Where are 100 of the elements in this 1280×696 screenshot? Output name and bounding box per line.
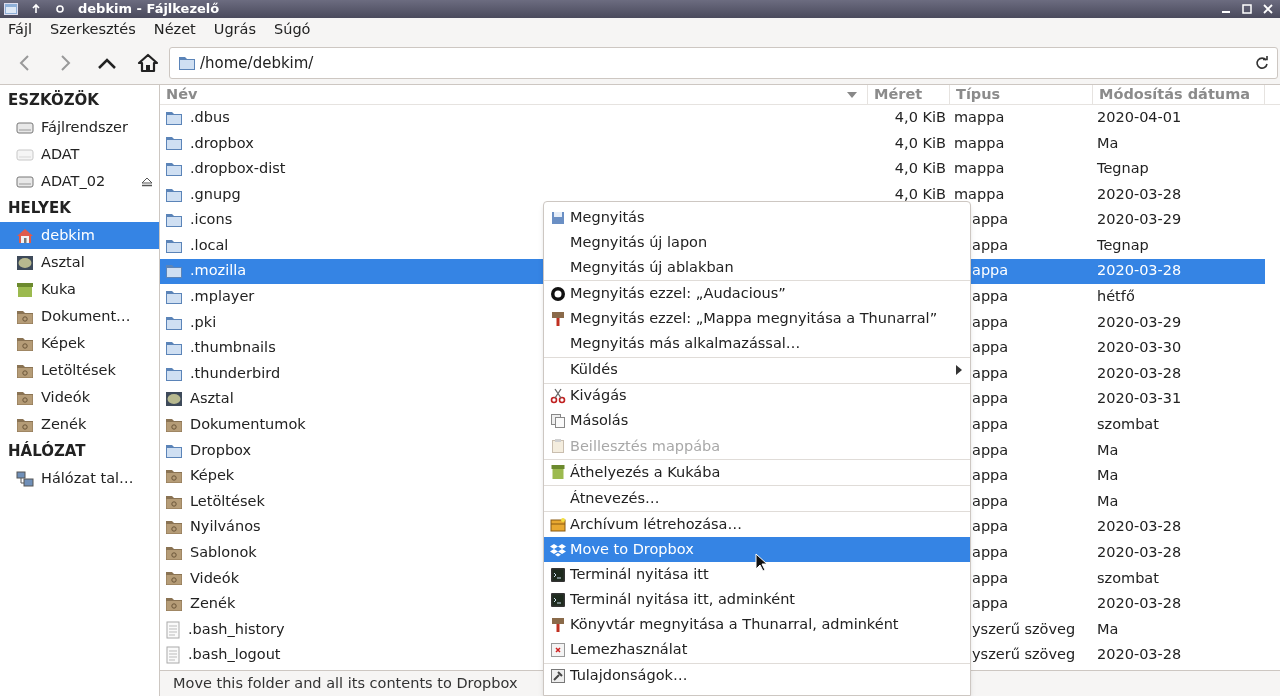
file-name: .gnupg xyxy=(190,184,241,204)
sidebar-item[interactable]: debkim xyxy=(0,222,159,249)
network-icon xyxy=(16,470,34,487)
file-name-cell[interactable]: Videók xyxy=(160,565,543,592)
sidebar-item[interactable]: Zenék xyxy=(0,411,159,438)
file-name-cell[interactable]: Zenék xyxy=(160,591,543,617)
reload-icon[interactable] xyxy=(1255,56,1269,70)
file-name-cell[interactable]: .bash_history xyxy=(160,616,543,643)
folder-icon xyxy=(16,362,34,379)
drive-icon xyxy=(16,174,34,189)
folder-icon xyxy=(165,212,183,229)
trash-icon xyxy=(16,281,34,298)
up-arrow-icon[interactable] xyxy=(30,3,42,15)
file-type: appa xyxy=(971,491,1010,511)
file-name-cell[interactable]: .thunderbird xyxy=(160,360,543,387)
sidebar-item[interactable]: Videók xyxy=(0,384,159,411)
sidebar-item[interactable]: Fájlrendszer xyxy=(0,114,159,141)
menu-item[interactable]: Megnyitás ezzel: „Mappa megnyitása a Thunarral” xyxy=(544,306,970,332)
menu-item[interactable]: Nézet xyxy=(153,19,196,41)
file-name-cell[interactable]: .dropbox xyxy=(160,130,543,157)
sidebar-item[interactable]: Képek xyxy=(0,330,159,357)
sidebar-item[interactable]: Kuka xyxy=(0,276,159,303)
file-name-cell[interactable]: Letöltések xyxy=(160,488,543,515)
file-name: Videók xyxy=(190,568,240,588)
location-field[interactable]: /home/debkim/ xyxy=(169,47,1278,79)
file-type: appa xyxy=(971,440,1010,460)
file-name-cell[interactable]: .dropbox-dist xyxy=(160,156,543,182)
menu-item[interactable]: Könyvtár megnyitása a Thunarral, adminként xyxy=(544,612,970,638)
menu-item[interactable]: Áthelyezés a Kukába xyxy=(544,459,970,486)
file-name-cell[interactable]: .pki xyxy=(160,309,543,336)
file-name: .bash_logout xyxy=(188,645,281,665)
menu-item[interactable]: Move to Dropbox xyxy=(544,537,970,563)
file-type: mappa xyxy=(953,159,1006,179)
menu-item[interactable]: Archívum létrehozása… xyxy=(544,512,970,538)
menu-item[interactable]: Megnyitás új lapon xyxy=(544,230,970,256)
file-name-cell[interactable]: Nyilvános xyxy=(160,514,543,541)
file-name: .icons xyxy=(190,210,233,230)
file-date: Ma xyxy=(1096,440,1120,460)
menu-item[interactable]: Lemezhasználat xyxy=(544,637,970,663)
file-name-cell[interactable]: .gnupg xyxy=(160,181,543,208)
file-name-cell[interactable]: .icons xyxy=(160,207,543,233)
file-name: Dropbox xyxy=(190,440,252,460)
file-name-cell[interactable]: Asztal xyxy=(160,386,543,413)
menu-item[interactable]: Megnyitás xyxy=(544,205,970,231)
file-type: mappa xyxy=(953,107,1006,127)
desktop-icon xyxy=(165,391,183,408)
menu-item[interactable]: Megnyitás más alkalmazással… xyxy=(544,331,970,357)
menu-item[interactable]: Szerkesztés xyxy=(49,19,136,41)
menu-item[interactable]: Küldés xyxy=(544,357,970,383)
menu-item[interactable]: Terminál nyitása itt, adminként xyxy=(544,587,970,613)
home-icon[interactable] xyxy=(137,53,159,73)
file-name-cell[interactable]: Sablonok xyxy=(160,540,543,566)
maximize-icon[interactable] xyxy=(1241,3,1253,15)
menu-item[interactable]: Kivágás xyxy=(544,383,970,409)
sidebar-item[interactable]: ADAT_02 xyxy=(0,168,159,195)
sidebar-item[interactable]: Letöltések xyxy=(0,357,159,384)
trash-icon xyxy=(550,464,566,481)
sidebar-label: Fájlrendszer xyxy=(41,117,128,137)
sidebar-item[interactable]: Hálózat tal… xyxy=(0,465,159,492)
menu-item[interactable]: Tulajdonságok… xyxy=(544,663,970,689)
sidebar-item[interactable]: Dokument… xyxy=(0,303,159,330)
menu-item[interactable]: Másolás xyxy=(544,408,970,434)
file-name-cell[interactable]: .mozilla xyxy=(160,258,543,285)
file-name-cell[interactable]: .mplayer xyxy=(160,284,543,310)
menu-item[interactable]: Súgó xyxy=(274,19,311,41)
menu-item[interactable]: Átnevezés… xyxy=(544,486,970,512)
file-name-cell[interactable]: .local xyxy=(160,232,543,259)
text-file-icon xyxy=(165,646,181,665)
file-name: Képek xyxy=(190,466,235,486)
sidebar-item[interactable]: ADAT xyxy=(0,141,159,168)
file-date: 2020-03-31 xyxy=(1096,389,1183,409)
file-name-cell[interactable]: .thumbnails xyxy=(160,335,543,361)
text-file-icon xyxy=(165,620,181,639)
location-input[interactable]: /home/debkim/ xyxy=(200,51,1255,75)
file-name-cell[interactable]: Dokumentumok xyxy=(160,412,543,438)
menu-item[interactable]: Ugrás xyxy=(213,19,256,41)
file-date: 2020-03-28 xyxy=(1096,543,1183,562)
folder-icon xyxy=(165,340,183,357)
file-type: appa xyxy=(971,594,1010,614)
file-name-cell[interactable]: .bash_logout xyxy=(160,642,543,669)
file-name-cell[interactable]: Dropbox xyxy=(160,437,543,464)
close-icon[interactable] xyxy=(1262,3,1274,15)
folder-icon xyxy=(165,416,183,433)
clipboard-icon xyxy=(550,438,566,455)
menu-item[interactable]: Terminál nyitása itt xyxy=(544,562,970,588)
file-type: appa xyxy=(971,338,1010,358)
file-name: .dropbox xyxy=(190,133,254,153)
sidebar-label: Hálózat tal… xyxy=(41,468,134,488)
folder-icon xyxy=(165,596,183,613)
circle-icon[interactable] xyxy=(54,3,66,15)
up-icon[interactable] xyxy=(97,56,117,70)
eject-icon[interactable] xyxy=(141,175,153,188)
file-size: 4,0 KiB xyxy=(893,133,947,153)
file-name-cell[interactable]: Képek xyxy=(160,463,543,489)
sidebar-heading: HELYEK xyxy=(7,198,72,220)
file-name-cell[interactable]: .dbus xyxy=(160,105,543,131)
sidebar-item[interactable]: Asztal xyxy=(0,249,159,276)
menu-item[interactable]: Fájl xyxy=(8,19,32,41)
folder-icon xyxy=(165,442,183,459)
folder-icon xyxy=(16,308,34,325)
